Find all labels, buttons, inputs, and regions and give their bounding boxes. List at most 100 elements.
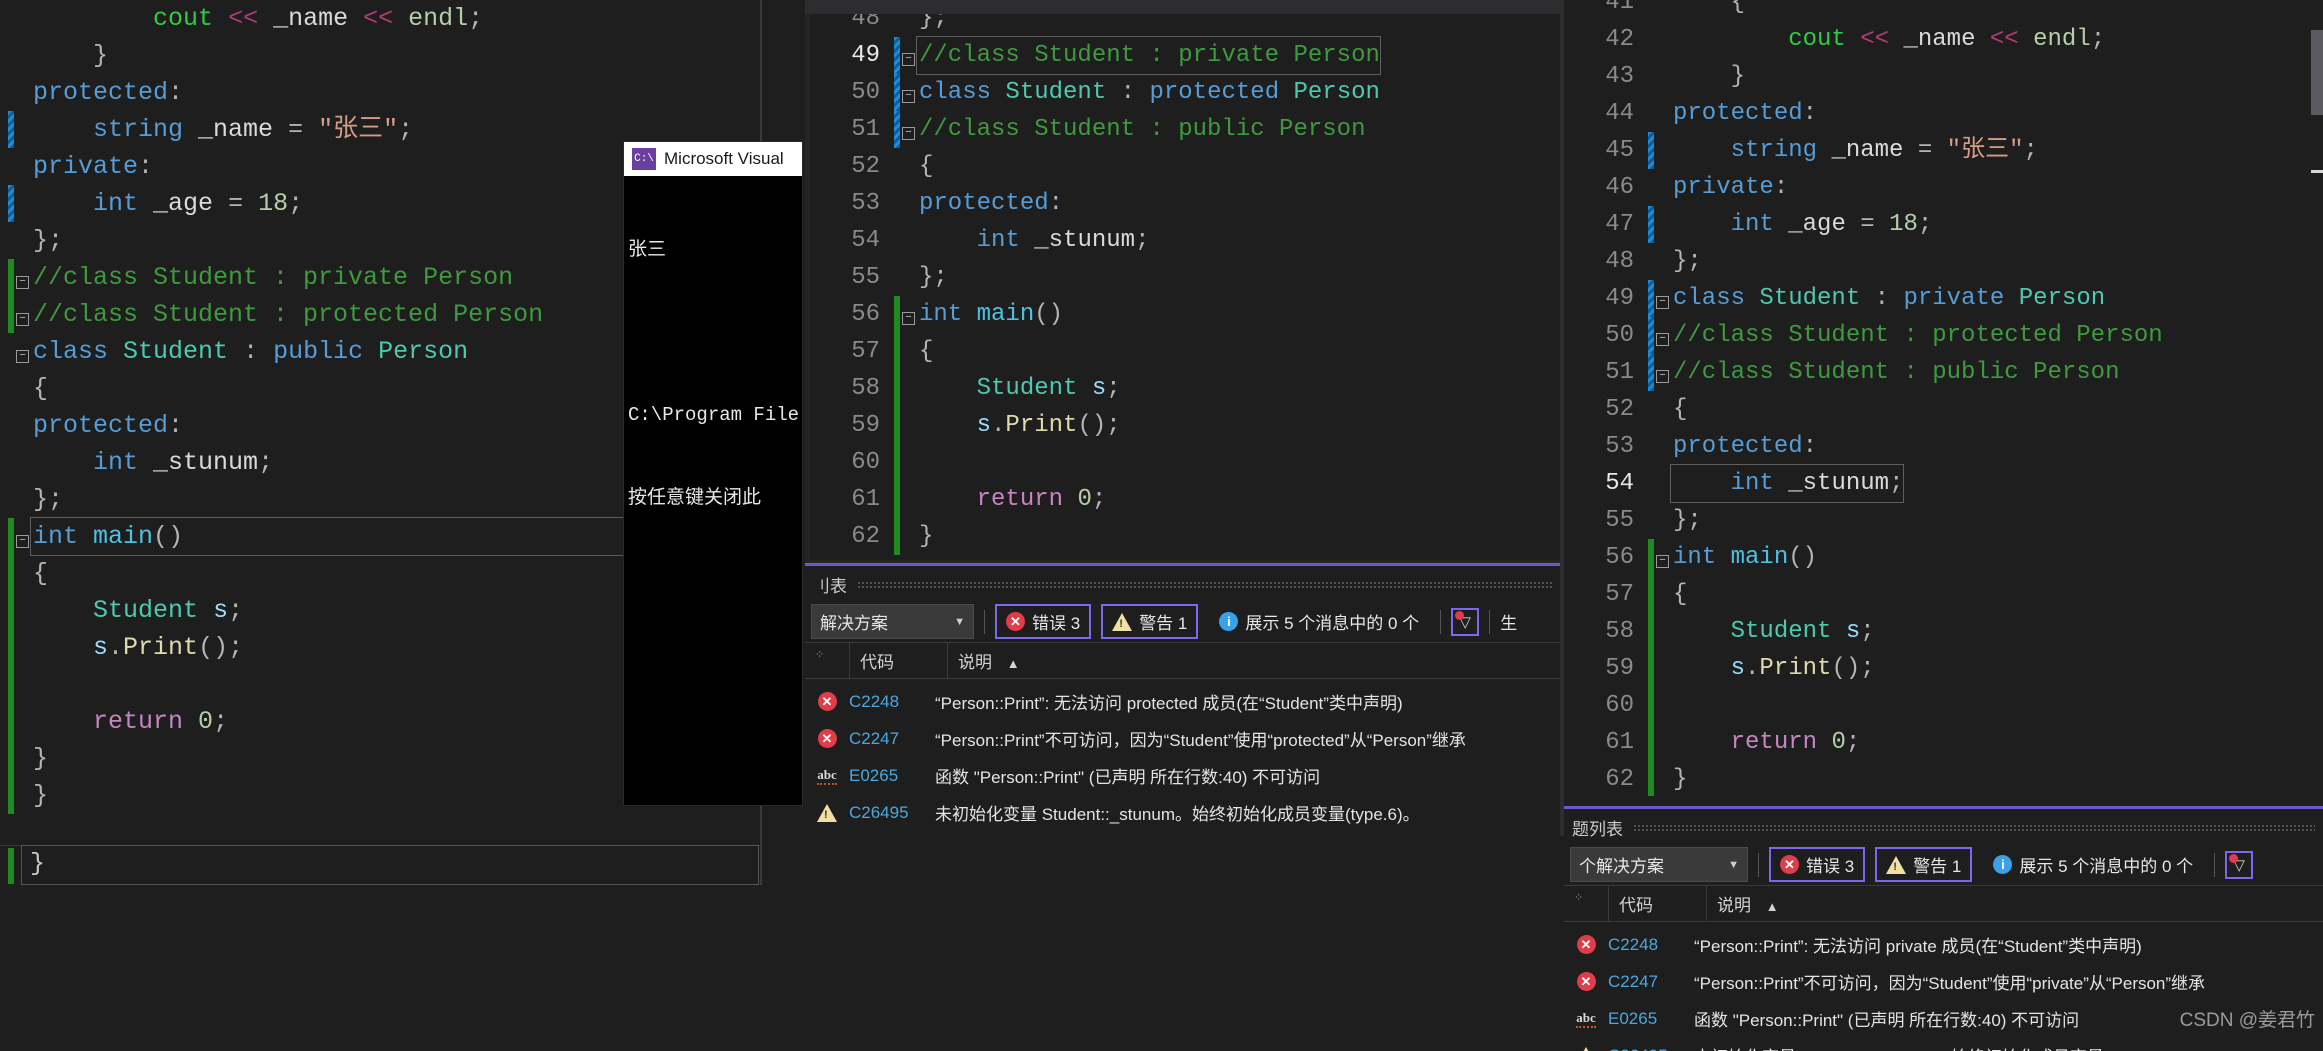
right-editor-scrollbar[interactable] xyxy=(2311,0,2323,800)
fold-toggle[interactable]: − xyxy=(14,518,31,555)
code-line[interactable]: 46 private: xyxy=(1564,169,2163,206)
fold-toggle[interactable] xyxy=(1654,58,1671,95)
code-line[interactable]: 55}; xyxy=(810,259,1380,296)
mid-code-lines[interactable]: 48}; 49−//class Student : private Person 5… xyxy=(810,14,1381,555)
right-errors-filter-button[interactable]: ✕ 错误 3 xyxy=(1769,847,1866,882)
fold-toggle[interactable] xyxy=(14,481,31,518)
error-row[interactable]: C26495未初始化变量 Student::_stunum。始终初始化成员变量(… xyxy=(1564,1037,2323,1051)
right-code-lines[interactable]: 41 {42 cout << _name << endl; 43 } 44 prote… xyxy=(1564,0,2163,798)
fold-toggle[interactable] xyxy=(900,444,917,481)
filter-icon[interactable]: ▽ xyxy=(1451,607,1480,636)
fold-toggle[interactable] xyxy=(14,37,31,74)
fold-toggle[interactable] xyxy=(1654,21,1671,58)
error-code[interactable]: C2248 xyxy=(1608,935,1694,955)
mid-error-list-panel[interactable]: 刂表 解决方案 ▼ ✕ 错误 3 警告 1 i 展示 5 个消息中的 0 个 xyxy=(805,563,1562,841)
fold-toggle[interactable]: − xyxy=(900,74,917,111)
code-line[interactable]: 58 Student s; xyxy=(1564,613,2163,650)
code-line[interactable]: 59 s.Print(); xyxy=(1564,650,2163,687)
fold-toggle[interactable] xyxy=(14,629,31,666)
right-col-desc[interactable]: 说明 ▲ xyxy=(1707,886,2323,921)
error-row[interactable]: ✕ C2248 “Person::Print”: 无法访问 private 成员(在… xyxy=(1564,926,2323,963)
fold-toggle[interactable] xyxy=(900,481,917,518)
error-row[interactable]: ✕ C2247 “Person::Print”不可访问，因为“Student”使用“… xyxy=(805,720,1562,757)
code-line[interactable]: 62} xyxy=(810,518,1380,555)
fold-toggle[interactable] xyxy=(14,592,31,629)
code-line[interactable]: 52 { xyxy=(1564,391,2163,428)
right-code-editor[interactable]: 41 {42 cout << _name << endl; 43 } 44 prote… xyxy=(1564,0,2323,800)
fold-toggle[interactable] xyxy=(14,370,31,407)
mid-error-list-header[interactable]: ⁘ 代码 说明 ▲ xyxy=(805,642,1562,679)
error-code[interactable]: E0265 xyxy=(1608,1009,1694,1029)
console-window[interactable]: C:\ Microsoft Visual 张三 C:\Program File … xyxy=(624,142,802,805)
fold-toggle[interactable] xyxy=(14,555,31,592)
fold-toggle[interactable]: − xyxy=(14,333,31,370)
fold-toggle[interactable] xyxy=(900,333,917,370)
code-line[interactable]: 60 xyxy=(1564,687,2163,724)
code-line[interactable]: 49−//class Student : private Person xyxy=(810,36,1381,75)
fold-toggle[interactable] xyxy=(14,407,31,444)
fold-toggle[interactable]: − xyxy=(1654,354,1671,391)
error-code[interactable]: C2248 xyxy=(849,692,935,712)
fold-toggle[interactable] xyxy=(1654,613,1671,650)
fold-toggle[interactable] xyxy=(14,185,31,222)
fold-toggle[interactable] xyxy=(14,111,31,148)
error-row[interactable]: ✕ C2248 “Person::Print”: 无法访问 protected 成员… xyxy=(805,683,1562,720)
fold-toggle[interactable] xyxy=(900,518,917,555)
code-line[interactable]: 44 protected: xyxy=(1564,95,2163,132)
error-code[interactable]: C2247 xyxy=(849,729,935,749)
mid-scope-dropdown[interactable]: 解决方案 ▼ xyxy=(811,604,974,639)
fold-toggle[interactable] xyxy=(1654,243,1671,280)
error-row[interactable]: ✕ C2247 “Person::Print”不可访问，因为“Student”使用“… xyxy=(1564,963,2323,1000)
error-code[interactable]: C2247 xyxy=(1608,972,1694,992)
code-line[interactable]: 49− class Student : private Person xyxy=(1564,280,2163,317)
code-line[interactable]: 50− class Student : protected Person xyxy=(810,74,1380,111)
code-line[interactable]: 56− int main() xyxy=(810,296,1380,333)
error-row[interactable]: abc E0265 函数 "Person::Print" (已声明 所在行数:40)… xyxy=(805,757,1562,794)
fold-toggle[interactable] xyxy=(1654,0,1671,21)
mid-errors-filter-button[interactable]: ✕ 错误 3 xyxy=(995,604,1092,639)
fold-toggle[interactable] xyxy=(900,407,917,444)
fold-toggle[interactable] xyxy=(1654,428,1671,465)
code-line[interactable]: 53 protected: xyxy=(810,185,1380,222)
code-line[interactable]: 52 { xyxy=(810,148,1380,185)
fold-toggle[interactable] xyxy=(14,666,31,703)
console-titlebar[interactable]: C:\ Microsoft Visual xyxy=(624,142,802,176)
fold-toggle[interactable] xyxy=(1654,576,1671,613)
right-warnings-filter-button[interactable]: 警告 1 xyxy=(1875,847,1973,882)
mid-error-list-toolbar[interactable]: 解决方案 ▼ ✕ 错误 3 警告 1 i 展示 5 个消息中的 0 个 ▽ 生 xyxy=(805,601,1562,642)
right-col-code[interactable]: 代码 xyxy=(1609,886,1707,921)
code-line[interactable]: 57 { xyxy=(810,333,1380,370)
filter-icon[interactable]: ▽ xyxy=(2225,850,2254,879)
code-line[interactable]: 56− int main() xyxy=(1564,539,2163,576)
error-code[interactable]: E0265 xyxy=(849,766,935,786)
fold-toggle[interactable] xyxy=(14,222,31,259)
code-line[interactable]: protected: xyxy=(0,74,753,111)
code-line[interactable]: cout << _name << endl; xyxy=(0,0,753,37)
code-line[interactable]: 57 { xyxy=(1564,576,2163,613)
fold-toggle[interactable] xyxy=(900,148,917,185)
code-line[interactable]: 60 xyxy=(810,444,1380,481)
fold-toggle[interactable] xyxy=(14,74,31,111)
mid-col-selector[interactable]: ⁘ xyxy=(805,643,850,678)
fold-toggle[interactable]: − xyxy=(1654,539,1671,576)
code-line[interactable]: 61 return 0; xyxy=(810,481,1380,518)
fold-toggle[interactable]: − xyxy=(900,37,917,74)
code-line[interactable]: 53 protected: xyxy=(1564,428,2163,465)
mid-code-editor[interactable]: 48}; 49−//class Student : private Person 5… xyxy=(810,14,1562,560)
code-line[interactable]: 48}; xyxy=(810,14,1380,37)
code-line[interactable]: } xyxy=(0,37,753,74)
code-line[interactable]: 51−//class Student : public Person xyxy=(1564,354,2163,391)
code-line[interactable]: 42 cout << _name << endl; xyxy=(1564,21,2163,58)
right-error-list-panel[interactable]: 题列表 个解决方案 ▼ ✕ 错误 3 警告 1 i 展示 5 个消息中的 0 个 xyxy=(1564,806,2323,1051)
fold-toggle[interactable] xyxy=(1654,761,1671,798)
mid-error-list-grip[interactable] xyxy=(857,580,1554,589)
right-error-list-grip[interactable] xyxy=(1633,823,2315,832)
code-line[interactable]: 43 } xyxy=(1564,58,2163,95)
right-error-list-toolbar[interactable]: 个解决方案 ▼ ✕ 错误 3 警告 1 i 展示 5 个消息中的 0 个 ▽ xyxy=(1564,844,2323,885)
code-line[interactable]: 51−//class Student : public Person xyxy=(810,111,1380,148)
mid-col-code[interactable]: 代码 xyxy=(850,643,948,678)
error-code[interactable]: C26495 xyxy=(849,803,935,823)
fold-toggle[interactable] xyxy=(1654,95,1671,132)
fold-toggle[interactable]: − xyxy=(900,111,917,148)
fold-toggle[interactable] xyxy=(1654,169,1671,206)
